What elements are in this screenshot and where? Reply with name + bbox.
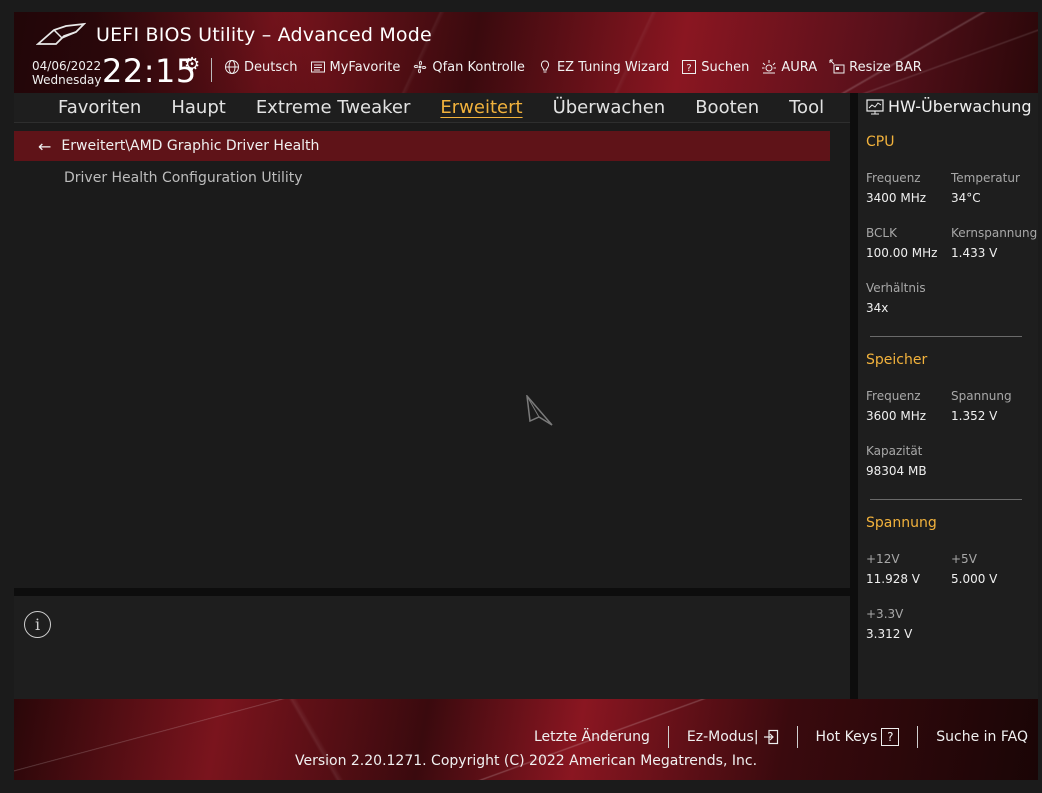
breadcrumb[interactable]: ← Erweitert\AMD Graphic Driver Health: [14, 131, 830, 161]
panel-divider: [850, 93, 858, 699]
faq-search-label: Suche in FAQ: [936, 729, 1028, 745]
hot-keys-button[interactable]: Hot Keys ?: [798, 728, 918, 746]
cpu-bclk-label: BCLK: [866, 226, 897, 240]
tab-favoriten[interactable]: Favoriten: [58, 97, 141, 118]
memory-section-title: Speicher: [866, 352, 928, 368]
tab-tool[interactable]: Tool: [789, 97, 824, 118]
footer-banner: Letzte Änderung Ez-Modus| Hot Keys ? Suc…: [14, 699, 1038, 780]
v5-value: 5.000 V: [951, 572, 998, 586]
content-divider: [14, 588, 850, 596]
v33-value: 3.312 V: [866, 627, 913, 641]
favorite-icon: [310, 61, 325, 73]
header-toolbar: Deutsch MyFavorite Qfan Kontrolle EZ Tun…: [224, 59, 922, 75]
breadcrumb-text: Erweitert\AMD Graphic Driver Health: [61, 138, 320, 154]
myfavorite-button[interactable]: MyFavorite: [310, 59, 401, 75]
exit-icon: [763, 729, 778, 745]
v12-label: +12V: [866, 552, 900, 566]
back-arrow-icon[interactable]: ←: [38, 137, 51, 156]
language-button[interactable]: Deutsch: [224, 59, 298, 75]
qfan-button[interactable]: Qfan Kontrolle: [412, 59, 525, 75]
gear-icon[interactable]: ⚙: [184, 54, 200, 75]
cpu-ratio-label: Verhältnis: [866, 281, 926, 295]
rog-logo-icon: [36, 22, 86, 45]
mem-voltage-value: 1.352 V: [951, 409, 998, 423]
aura-icon: [762, 60, 777, 74]
date-text: 04/06/2022: [32, 59, 102, 73]
header-divider: [211, 58, 212, 82]
tab-erweitert[interactable]: Erweitert: [440, 97, 522, 118]
mem-voltage-label: Spannung: [951, 389, 1012, 403]
aura-label: AURA: [781, 59, 818, 75]
lightbulb-icon: [540, 60, 549, 73]
cpu-temp-value: 34°C: [951, 191, 981, 205]
fan-icon: [414, 60, 427, 74]
last-change-button[interactable]: Letzte Änderung: [516, 729, 668, 745]
resize-bar-button[interactable]: Resize BAR: [829, 59, 922, 75]
v12-value: 11.928 V: [866, 572, 921, 586]
info-icon: i: [24, 611, 51, 638]
faq-search-button[interactable]: Suche in FAQ: [918, 729, 1028, 745]
resize-bar-icon: [829, 59, 845, 74]
date-display: 04/06/2022 Wednesday: [32, 59, 101, 87]
qfan-label: Qfan Kontrolle: [432, 59, 525, 75]
cpu-freq-value: 3400 MHz: [866, 191, 927, 205]
header-banner: UEFI BIOS Utility – Advanced Mode 04/06/…: [14, 12, 1038, 93]
last-change-label: Letzte Änderung: [533, 729, 650, 745]
driver-health-config-item[interactable]: Driver Health Configuration Utility: [64, 170, 303, 186]
footer-links: Letzte Änderung Ez-Modus| Hot Keys ? Suc…: [516, 726, 1028, 748]
v5-label: +5V: [951, 552, 977, 566]
ez-mode-label: Ez-Modus|: [686, 729, 759, 745]
tab-booten[interactable]: Booten: [695, 97, 759, 118]
mouse-pointer-icon: [526, 395, 553, 426]
search-help-icon: ?: [682, 60, 697, 74]
main-content: ← Erweitert\AMD Graphic Driver Health Dr…: [14, 123, 850, 588]
monitor-icon: [866, 98, 884, 114]
v33-label: +3.3V: [866, 607, 904, 621]
help-panel: i: [14, 596, 850, 699]
cpu-temp-label: Temperatur: [951, 171, 1020, 185]
aura-button[interactable]: AURA: [761, 59, 817, 75]
tab-extreme-tweaker[interactable]: Extreme Tweaker: [256, 97, 411, 118]
weekday-text: Wednesday: [32, 73, 102, 87]
cpu-core-voltage-value: 1.433 V: [951, 246, 998, 260]
cpu-core-voltage-label: Kernspannung: [951, 226, 1038, 240]
hw-separator: [870, 336, 1022, 337]
hw-monitor-panel: HW-Überwachung CPU Frequenz 3400 MHz Tem…: [858, 93, 1038, 699]
resize-bar-label: Resize BAR: [849, 59, 922, 75]
mem-capacity-value: 98304 MB: [866, 464, 927, 478]
mem-freq-value: 3600 MHz: [866, 409, 927, 423]
search-button[interactable]: ? Suchen: [681, 59, 749, 75]
tab-haupt[interactable]: Haupt: [171, 97, 225, 118]
cpu-section-title: CPU: [866, 134, 895, 150]
ez-tuning-label: EZ Tuning Wizard: [556, 59, 670, 75]
cpu-bclk-value: 100.00 MHz: [866, 246, 938, 260]
help-key-icon: ?: [881, 728, 900, 746]
hw-monitor-title-text: HW-Überwachung: [888, 97, 1032, 116]
search-label: Suchen: [701, 59, 750, 75]
clock-time: 22:15: [102, 52, 197, 90]
globe-icon: [225, 60, 239, 74]
cpu-ratio-value: 34x: [866, 301, 889, 315]
app-title: UEFI BIOS Utility – Advanced Mode: [96, 24, 432, 46]
voltage-section-title: Spannung: [866, 515, 937, 531]
hot-keys-label: Hot Keys: [815, 729, 878, 745]
myfavorite-label: MyFavorite: [329, 59, 401, 75]
mem-freq-label: Frequenz: [866, 389, 921, 403]
main-menu: Favoriten Haupt Extreme Tweaker Erweiter…: [14, 93, 850, 123]
tab-ueberwachen[interactable]: Überwachen: [553, 97, 666, 118]
hw-separator: [870, 499, 1022, 500]
ez-tuning-button[interactable]: EZ Tuning Wizard: [537, 59, 669, 75]
hw-monitor-title: HW-Überwachung: [866, 97, 1032, 116]
svg-text:?: ?: [687, 63, 692, 74]
mem-capacity-label: Kapazität: [866, 444, 923, 458]
version-text: Version 2.20.1271. Copyright (C) 2022 Am…: [294, 753, 758, 769]
cpu-freq-label: Frequenz: [866, 171, 921, 185]
language-label: Deutsch: [244, 59, 298, 75]
ez-mode-button[interactable]: Ez-Modus|: [669, 729, 797, 745]
